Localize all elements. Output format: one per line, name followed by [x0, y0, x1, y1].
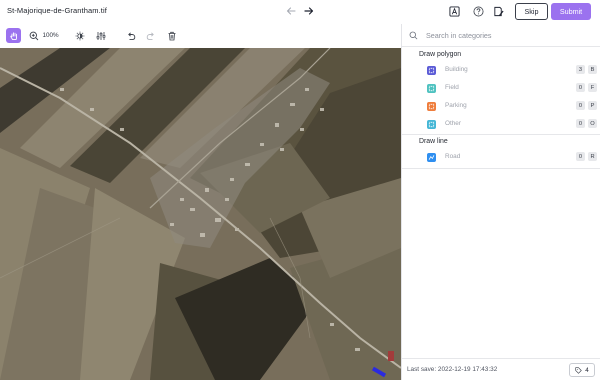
zoom-in-icon [30, 31, 39, 40]
label-toggle-button[interactable] [447, 4, 461, 18]
section-divider [402, 134, 600, 135]
section-title-draw-line: Draw line [419, 138, 448, 145]
category-parking[interactable]: Parking 0 P [427, 99, 597, 113]
submit-button[interactable]: Submit [551, 3, 591, 20]
category-building[interactable]: Building 3 B [427, 63, 597, 77]
category-other[interactable]: Other 0 O [427, 117, 597, 131]
section-title-draw-polygon: Draw polygon [419, 51, 462, 58]
polygon-icon [427, 83, 436, 93]
pan-tool-button[interactable] [6, 28, 21, 43]
guidelines-button[interactable] [491, 4, 505, 18]
top-bar: St-Majorique-de-Grantham.tif Skip Submit [0, 0, 600, 24]
document-edit-icon [493, 6, 504, 16]
undo-icon [127, 31, 135, 40]
hand-icon [9, 31, 17, 40]
redo-icon [146, 31, 154, 40]
category-count: 0 [576, 101, 585, 110]
category-count: 0 [576, 152, 585, 161]
arrow-right-icon [304, 7, 314, 15]
tag-icon [575, 366, 582, 374]
skip-button[interactable]: Skip [515, 3, 548, 20]
previous-image-button[interactable] [284, 4, 298, 18]
help-circle-icon [473, 6, 483, 16]
category-label: Other [445, 120, 461, 127]
map-canvas[interactable] [0, 48, 401, 380]
polygon-icon [427, 119, 436, 129]
issues-button[interactable]: 4 [569, 363, 595, 377]
search-icon [409, 31, 418, 40]
map-toolbar: 100% [0, 24, 401, 48]
category-hotkey: O [588, 119, 597, 128]
category-count: 0 [576, 83, 585, 92]
next-image-button[interactable] [302, 4, 316, 18]
text-box-icon [448, 5, 460, 17]
category-label: Building [445, 66, 468, 73]
aerial-image [0, 48, 401, 380]
polygon-icon [427, 101, 436, 111]
arrow-left-icon [286, 7, 296, 15]
brightness-button[interactable] [73, 28, 87, 43]
category-count: 3 [576, 65, 585, 74]
category-hotkey: F [588, 83, 597, 92]
polygon-icon [427, 65, 436, 75]
category-hotkey: R [588, 152, 597, 161]
search-input[interactable] [426, 29, 594, 42]
issues-count: 4 [585, 366, 589, 374]
category-hotkey: B [588, 65, 597, 74]
polyline-icon [427, 152, 436, 162]
panel-footer: Last save: 2022-12-19 17:43:32 4 [402, 358, 600, 380]
category-road[interactable]: Road 0 R [427, 150, 597, 164]
redo-button[interactable] [144, 28, 157, 43]
adjustments-button[interactable] [94, 28, 108, 43]
zoom-control[interactable]: 100% [29, 28, 59, 43]
category-label: Parking [445, 102, 467, 109]
trash-icon [168, 31, 175, 40]
category-label: Field [445, 84, 459, 91]
last-save-text: Last save: 2022-12-19 17:43:32 [407, 366, 498, 373]
category-hotkey: P [588, 101, 597, 110]
brightness-icon [75, 31, 85, 40]
zoom-level: 100% [42, 32, 59, 39]
categories-panel: Draw polygon Building 3 B Field 0 F Park… [402, 24, 600, 380]
undo-button[interactable] [124, 28, 137, 43]
file-name: St-Majorique-de-Grantham.tif [7, 6, 107, 15]
section-divider [402, 168, 600, 169]
category-count: 0 [576, 119, 585, 128]
help-button[interactable] [471, 4, 485, 18]
sliders-icon [96, 31, 106, 40]
category-field[interactable]: Field 0 F [427, 81, 597, 95]
category-search [402, 24, 600, 47]
delete-button[interactable] [165, 28, 178, 43]
category-label: Road [445, 153, 461, 160]
